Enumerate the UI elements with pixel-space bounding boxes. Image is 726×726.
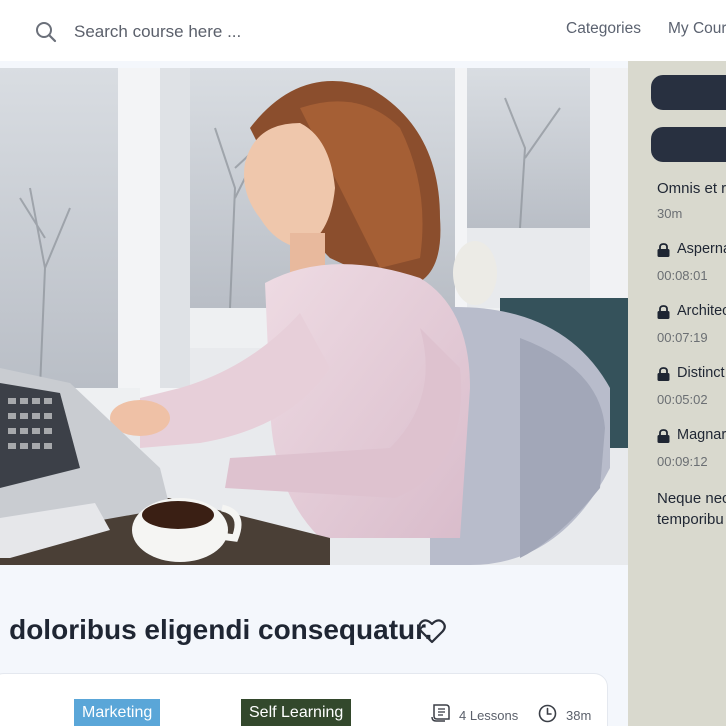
lesson-time: 00:05:02 — [657, 392, 708, 407]
lock-icon — [657, 429, 670, 443]
lock-icon — [657, 367, 670, 381]
heart-icon[interactable] — [418, 618, 446, 644]
nav-my-courses[interactable]: My Cours — [668, 20, 726, 38]
clock-icon — [538, 704, 557, 723]
nav-categories[interactable]: Categories — [566, 20, 641, 38]
search-input[interactable] — [72, 18, 376, 46]
lesson-item[interactable]: Asperna — [677, 241, 726, 257]
sidebar-secondary-button[interactable] — [651, 127, 726, 162]
tag-marketing[interactable]: Marketing — [74, 699, 161, 726]
section-duration: 30m — [657, 206, 683, 221]
top-bar: Categories My Cours — [0, 0, 726, 62]
lock-icon — [657, 305, 670, 319]
lesson-time: 00:08:01 — [657, 268, 708, 283]
section-title[interactable]: Omnis et r — [657, 178, 726, 199]
course-duration: 38m — [566, 708, 592, 723]
tag-self-learning[interactable]: Self Learning — [241, 699, 352, 726]
lessons-icon — [431, 704, 450, 722]
lesson-time: 00:09:12 — [657, 454, 708, 469]
lock-icon — [657, 243, 670, 257]
section-title-line-2[interactable]: temporibu — [657, 509, 724, 530]
lesson-time: 00:07:19 — [657, 330, 708, 345]
lesson-item[interactable]: Architec — [677, 303, 726, 319]
section-title[interactable]: Neque nec — [657, 488, 726, 509]
lesson-item[interactable]: Distinct — [677, 365, 725, 381]
course-sidebar: Omnis et r 30m Asperna 00:08:01 Architec… — [628, 61, 726, 726]
lessons-count: 4 Lessons — [459, 708, 519, 723]
course-main: : doloribus eligendi consequatur. Market… — [0, 61, 628, 726]
lesson-item[interactable]: Magnar — [677, 427, 726, 443]
sidebar-primary-button[interactable] — [651, 75, 726, 110]
search-icon[interactable] — [35, 21, 57, 43]
course-hero-image — [0, 68, 628, 565]
course-title: : doloribus eligendi consequatur. — [0, 614, 433, 645]
